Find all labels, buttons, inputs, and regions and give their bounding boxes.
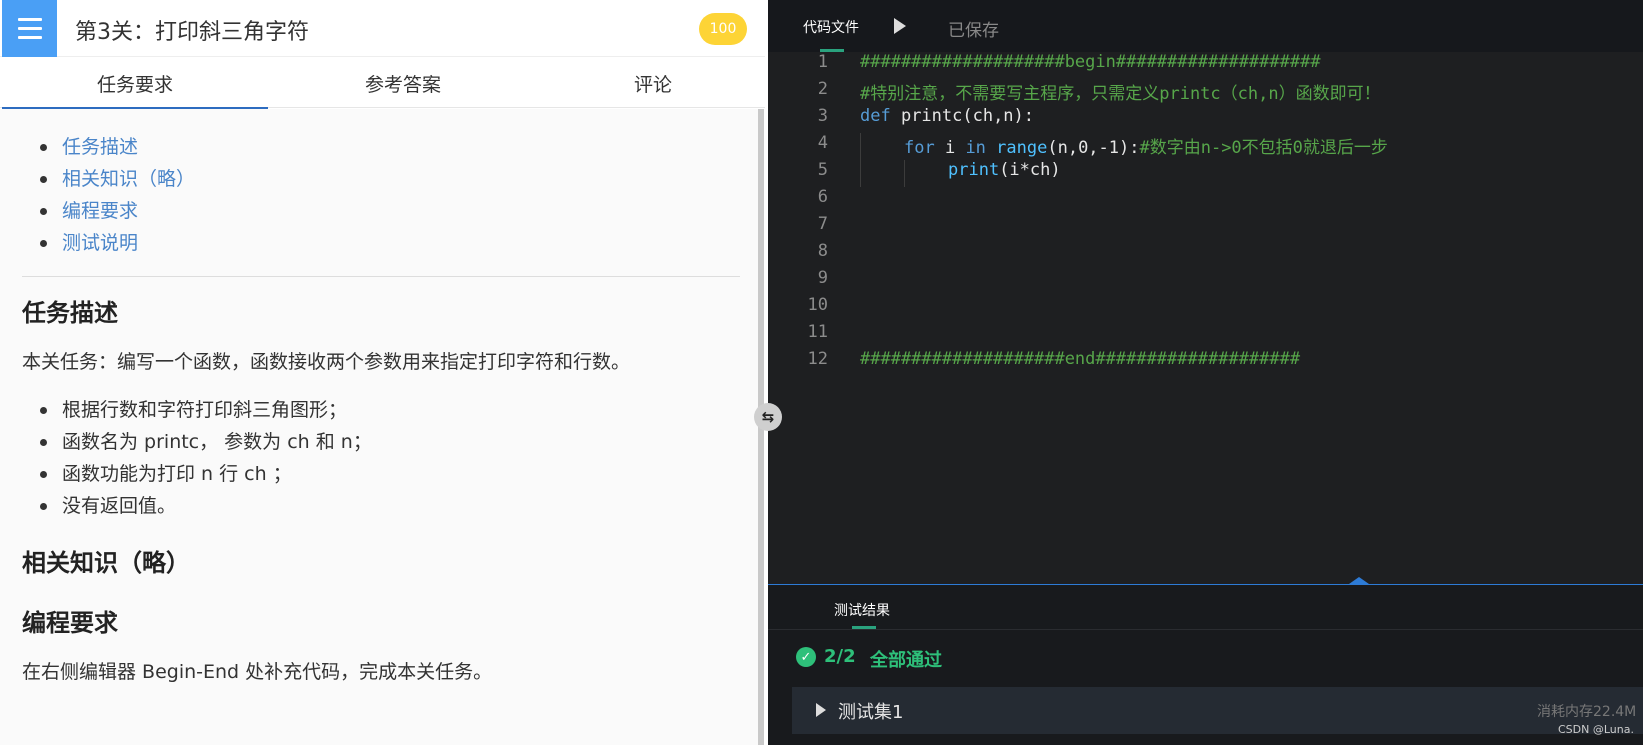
code-text: printc(ch,n):	[890, 106, 1035, 126]
code-line: ####################begin###############…	[860, 52, 1321, 72]
pass-status: 全部通过	[870, 650, 942, 671]
level-title: 第3关：打印斜三角字符	[75, 20, 309, 45]
task-tabs: 任务要求 参考答案 评论	[0, 58, 768, 109]
code-line: #特别注意，不需要写主程序，只需定义printc（ch,n）函数即可！	[860, 79, 1381, 104]
expand-arrow-icon[interactable]	[816, 703, 826, 717]
divider	[22, 276, 740, 277]
line-number: 12	[807, 349, 828, 369]
code-text: (i*ch)	[999, 160, 1061, 180]
editor-toolbar: 代码文件 已保存	[768, 0, 1643, 52]
task-header: 第3关：打印斜三角字符 100	[0, 0, 765, 57]
tab-reference-answer[interactable]: 参考答案	[268, 58, 538, 108]
code-text: i	[934, 138, 966, 158]
code-editor[interactable]: 1 2 3 4 5 6 7 8 9 10 11 12 #############…	[768, 52, 1643, 584]
code-comment: ####################end#################…	[860, 349, 1301, 369]
list-item: 没有返回值。	[40, 490, 372, 522]
list-item: 根据行数和字符打印斜三角图形；	[40, 394, 372, 426]
tab-test-results[interactable]: 测试结果	[834, 600, 890, 620]
divider	[768, 629, 1643, 630]
heading-related-knowledge: 相关知识（略）	[22, 549, 190, 577]
requirement-text: 在右侧编辑器 Begin-End 处补充代码，完成本关任务。	[22, 661, 493, 683]
code-panel: 代码文件 已保存 1 2 3 4 5 6 7 8 9 10 11 12 ####…	[768, 0, 1643, 745]
task-panel: 第3关：打印斜三角字符 100 任务要求 参考答案 评论 任务描述 相关知识（略…	[0, 0, 765, 745]
indent-guide	[860, 133, 861, 187]
code-text: (n,0,-1):	[1047, 138, 1140, 158]
score-badge: 100	[699, 13, 747, 45]
test-set-label: 测试集1	[838, 702, 904, 723]
check-circle-icon: ✓	[796, 647, 816, 667]
code-line: print(i*ch)	[948, 160, 1061, 180]
tab-code-file[interactable]: 代码文件	[803, 17, 859, 37]
line-number: 5	[817, 160, 828, 180]
heading-programming-requirements: 编程要求	[22, 609, 118, 637]
watermark: CSDN @Luna.	[1558, 723, 1634, 736]
run-icon[interactable]	[894, 18, 906, 34]
line-number: 11	[807, 322, 828, 342]
line-number: 3	[817, 106, 828, 126]
code-keyword: def	[860, 106, 891, 126]
test-set-row[interactable]: 测试集1 消耗内存22.4M	[792, 687, 1643, 734]
toc-link-related-knowledge[interactable]: 相关知识（略）	[40, 163, 195, 195]
code-line: def printc(ch,n):	[860, 106, 1034, 126]
line-number: 4	[817, 133, 828, 153]
code-keyword: in	[965, 138, 986, 158]
swap-panels-icon[interactable]: ⇆	[754, 403, 782, 431]
pass-count: 2/2	[824, 646, 856, 667]
line-number: 7	[817, 214, 828, 234]
code-comment: #特别注意，不需要写主程序，只需定义printc（ch,n）函数即可！	[860, 84, 1381, 104]
line-number: 2	[817, 79, 828, 99]
memory-usage: 消耗内存22.4M	[1537, 704, 1637, 720]
toc-link-task-description[interactable]: 任务描述	[40, 131, 195, 163]
task-bullet-list: 根据行数和字符打印斜三角图形； 函数名为 printc， 参数为 ch 和 n；…	[40, 394, 372, 522]
code-line: for i in range(n,0,-1):#数字由n->0不包括0就退后一步	[904, 133, 1388, 158]
code-builtin: print	[948, 160, 1000, 180]
line-number: 6	[817, 187, 828, 207]
save-status: 已保存	[948, 21, 999, 41]
test-results-panel: 测试结果 ✓ 2/2 全部通过 测试集1 消耗内存22.4M CSDN @Lun…	[768, 585, 1643, 745]
code-comment: ####################begin###############…	[860, 52, 1321, 72]
heading-task-description: 任务描述	[22, 299, 118, 327]
indent-guide	[904, 160, 905, 187]
tab-task-requirements[interactable]: 任务要求	[2, 58, 268, 109]
table-of-contents: 任务描述 相关知识（略） 编程要求 测试说明	[40, 131, 195, 259]
line-number: 8	[817, 241, 828, 261]
code-line: ####################end#################…	[860, 349, 1300, 369]
list-item: 函数功能为打印 n 行 ch ；	[40, 458, 372, 490]
code-keyword: for	[904, 138, 935, 158]
code-comment: #数字由n->0不包括0就退后一步	[1139, 138, 1388, 158]
task-intro: 本关任务：编写一个函数，函数接收两个参数用来指定打印字符和行数。	[22, 351, 631, 373]
line-number: 1	[817, 52, 828, 72]
menu-icon[interactable]	[2, 0, 57, 57]
toc-link-test-description[interactable]: 测试说明	[40, 227, 195, 259]
task-content: 任务描述 相关知识（略） 编程要求 测试说明 任务描述 本关任务：编写一个函数，…	[0, 109, 758, 745]
toc-link-programming-requirements[interactable]: 编程要求	[40, 195, 195, 227]
line-number: 10	[807, 295, 828, 315]
list-item: 函数名为 printc， 参数为 ch 和 n；	[40, 426, 372, 458]
tab-comments[interactable]: 评论	[538, 58, 768, 108]
code-builtin: range	[996, 138, 1048, 158]
line-number: 9	[817, 268, 828, 288]
